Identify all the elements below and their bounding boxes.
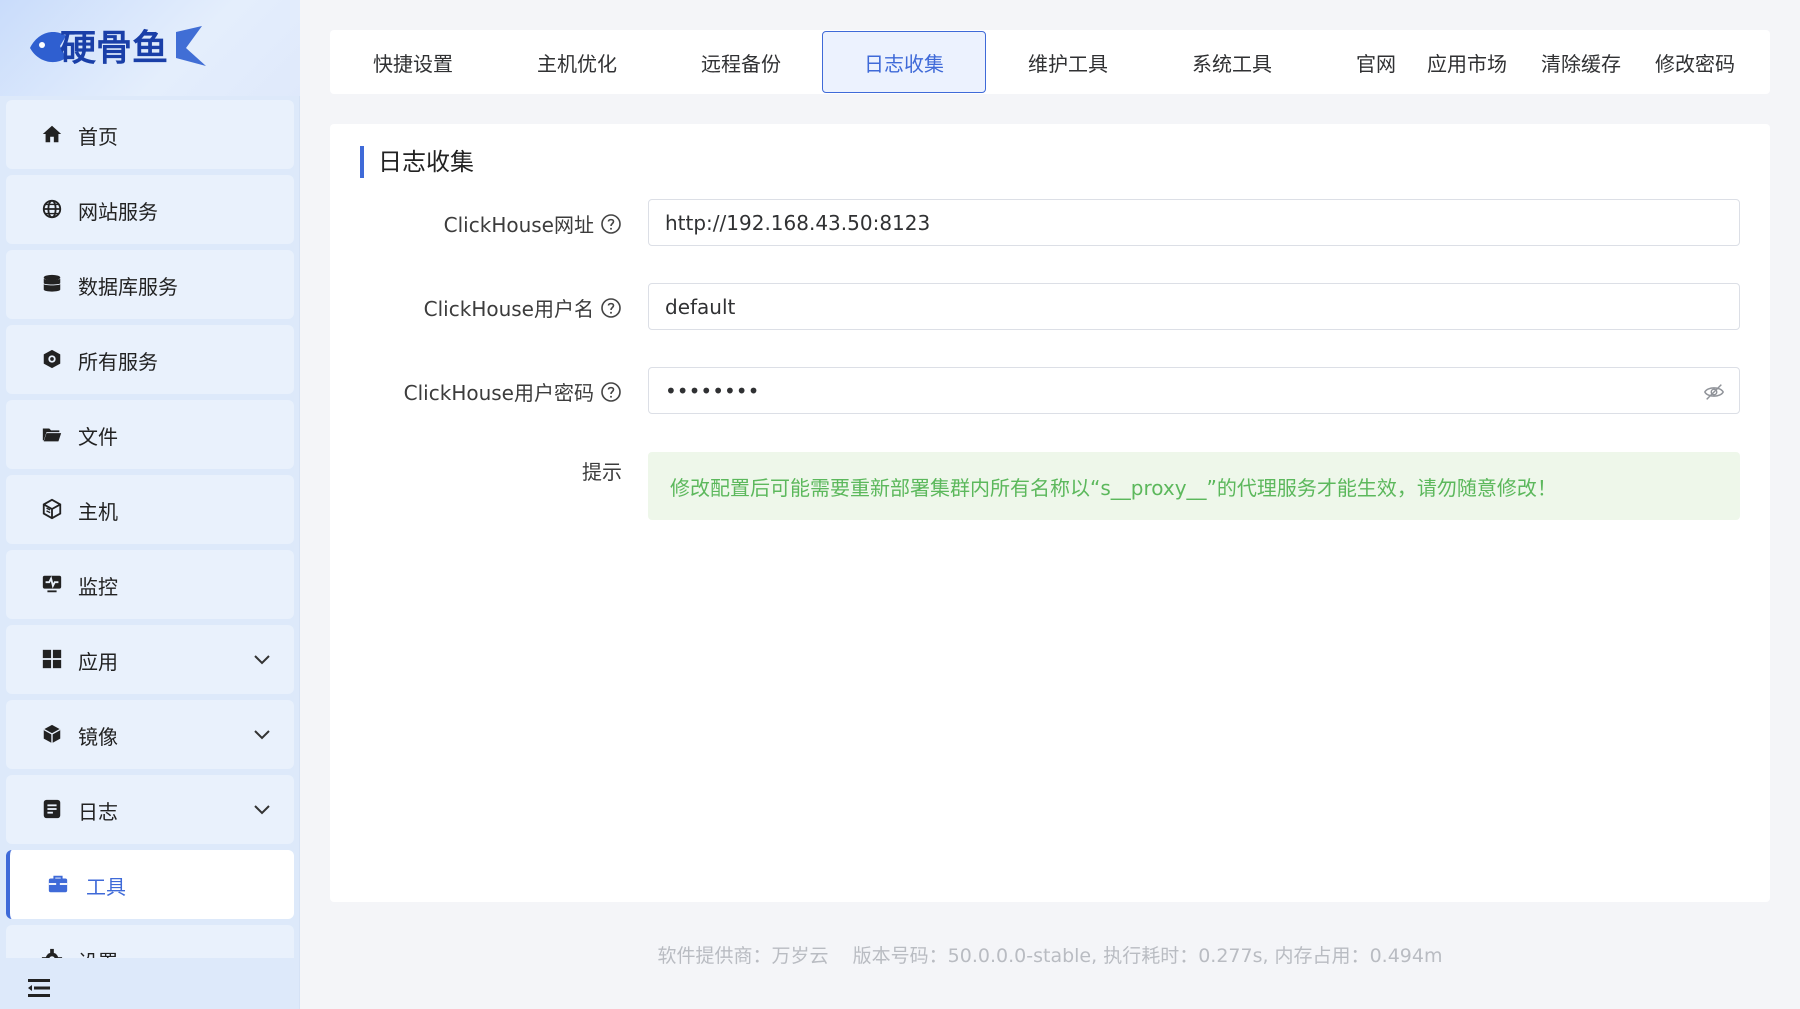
- tab-remote-backup[interactable]: 远程备份: [659, 31, 823, 93]
- field-label-text: 提示: [582, 460, 622, 484]
- globe-icon: [40, 197, 64, 221]
- sidebar-item-label: 日志: [78, 800, 118, 824]
- logo[interactable]: 硬骨鱼: [0, 0, 300, 96]
- chevron-down-icon[interactable]: [252, 724, 272, 744]
- chevron-down-icon[interactable]: [252, 649, 272, 669]
- sidebar-item-settings[interactable]: 设置: [6, 925, 294, 958]
- field-label-text: ClickHouse用户名: [423, 297, 594, 321]
- logo-text: 硬骨鱼: [60, 27, 168, 69]
- field-label-text: ClickHouse用户密码: [403, 381, 594, 405]
- sidebar-item-logs[interactable]: 日志: [6, 775, 294, 844]
- menu-collapse-icon[interactable]: [28, 978, 54, 998]
- sidebar-item-home[interactable]: 首页: [6, 100, 294, 169]
- image-box-icon: [40, 722, 64, 746]
- tab-maintenance-tools[interactable]: 维护工具: [986, 31, 1150, 93]
- sidebar-menu: 首页 网站服务 数据库服务 所有服务 文件 主机 监控 应用 镜像 日志 工具: [6, 100, 294, 958]
- clickhouse-url-label: ClickHouse网址: [444, 209, 622, 238]
- monitor-icon: [40, 572, 64, 596]
- top-tabbar: 快捷设置 主机优化 远程备份 日志收集 维护工具 系统工具 官网 应用市场 清除…: [330, 30, 1770, 94]
- settings-icon: [40, 947, 64, 958]
- help-circle-icon[interactable]: [600, 297, 622, 319]
- clickhouse-password-label: ClickHouse用户密码: [404, 377, 622, 406]
- eye-off-icon[interactable]: [1703, 381, 1725, 403]
- footer-text: 软件提供商：万岁云 版本号码：50.0.0.0-stable, 执行耗时：0.2…: [657, 944, 1443, 967]
- sidebar-item-label: 文件: [78, 425, 118, 449]
- tip-alert: 修改配置后可能需要重新部署集群内所有名称以“s__proxy__”的代理服务才能…: [648, 452, 1740, 520]
- sidebar-item-label: 数据库服务: [78, 275, 178, 299]
- sidebar: 硬骨鱼 首页 网站服务 数据库服务 所有服务 文件 主机 监控 应用 镜像 日志…: [0, 0, 300, 1009]
- link-app-market[interactable]: 应用市场: [1427, 31, 1507, 93]
- logo-icon: 硬骨鱼: [30, 26, 206, 69]
- clickhouse-username-label: ClickHouse用户名: [424, 293, 622, 322]
- tab-host-optimize[interactable]: 主机优化: [495, 31, 659, 93]
- link-change-password[interactable]: 修改密码: [1655, 31, 1735, 93]
- tab-quick-settings[interactable]: 快捷设置: [331, 31, 495, 93]
- sidebar-item-hosts[interactable]: 主机: [6, 475, 294, 544]
- sidebar-item-label: 应用: [78, 650, 118, 674]
- sidebar-item-monitor[interactable]: 监控: [6, 550, 294, 619]
- clickhouse-username-input[interactable]: default: [648, 283, 1740, 330]
- services-icon: [40, 347, 64, 371]
- sidebar-item-label: 设置: [78, 946, 118, 958]
- help-circle-icon[interactable]: [600, 381, 622, 403]
- sidebar-item-database-services[interactable]: 数据库服务: [6, 250, 294, 319]
- tip-text: 修改配置后可能需要重新部署集群内所有名称以“s__proxy__”的代理服务才能…: [670, 475, 1557, 500]
- sidebar-item-label: 所有服务: [78, 350, 158, 374]
- clickhouse-password-input[interactable]: ••••••••: [648, 367, 1740, 414]
- help-circle-icon[interactable]: [600, 213, 622, 235]
- sidebar-item-label: 监控: [78, 575, 118, 599]
- server-icon: [40, 497, 64, 521]
- apps-grid-icon: [40, 647, 64, 671]
- sidebar-item-label: 镜像: [78, 725, 118, 749]
- sidebar-item-all-services[interactable]: 所有服务: [6, 325, 294, 394]
- log-icon: [40, 797, 64, 821]
- sidebar-item-label: 主机: [78, 500, 118, 524]
- clickhouse-url-input[interactable]: http://192.168.43.50:8123: [648, 199, 1740, 246]
- home-icon: [40, 122, 64, 146]
- tab-system-tools[interactable]: 系统工具: [1150, 31, 1314, 93]
- link-clear-cache[interactable]: 清除缓存: [1541, 31, 1621, 93]
- footer: 软件提供商：万岁云 版本号码：50.0.0.0-stable, 执行耗时：0.2…: [330, 924, 1770, 984]
- sidebar-item-tools[interactable]: 工具: [6, 850, 294, 919]
- sidebar-item-apps[interactable]: 应用: [6, 625, 294, 694]
- sidebar-item-label: 工具: [86, 875, 126, 899]
- toolbox-icon: [46, 872, 70, 896]
- page-title: 日志收集: [360, 146, 474, 178]
- sidebar-item-label: 首页: [78, 125, 118, 149]
- database-icon: [40, 272, 64, 296]
- field-label-text: ClickHouse网址: [443, 213, 594, 237]
- sidebar-item-images[interactable]: 镜像: [6, 700, 294, 769]
- password-masked-value: ••••••••: [665, 378, 760, 403]
- tip-label: 提示: [582, 456, 622, 485]
- sidebar-item-web-services[interactable]: 网站服务: [6, 175, 294, 244]
- tab-log-collection[interactable]: 日志收集: [822, 31, 986, 93]
- chevron-down-icon[interactable]: [252, 799, 272, 819]
- sidebar-item-files[interactable]: 文件: [6, 400, 294, 469]
- sidebar-item-label: 网站服务: [78, 200, 158, 224]
- folder-icon: [40, 422, 64, 446]
- log-collection-panel: 日志收集 ClickHouse网址 http://192.168.43.50:8…: [330, 124, 1770, 902]
- link-official-site[interactable]: 官网: [1356, 31, 1396, 93]
